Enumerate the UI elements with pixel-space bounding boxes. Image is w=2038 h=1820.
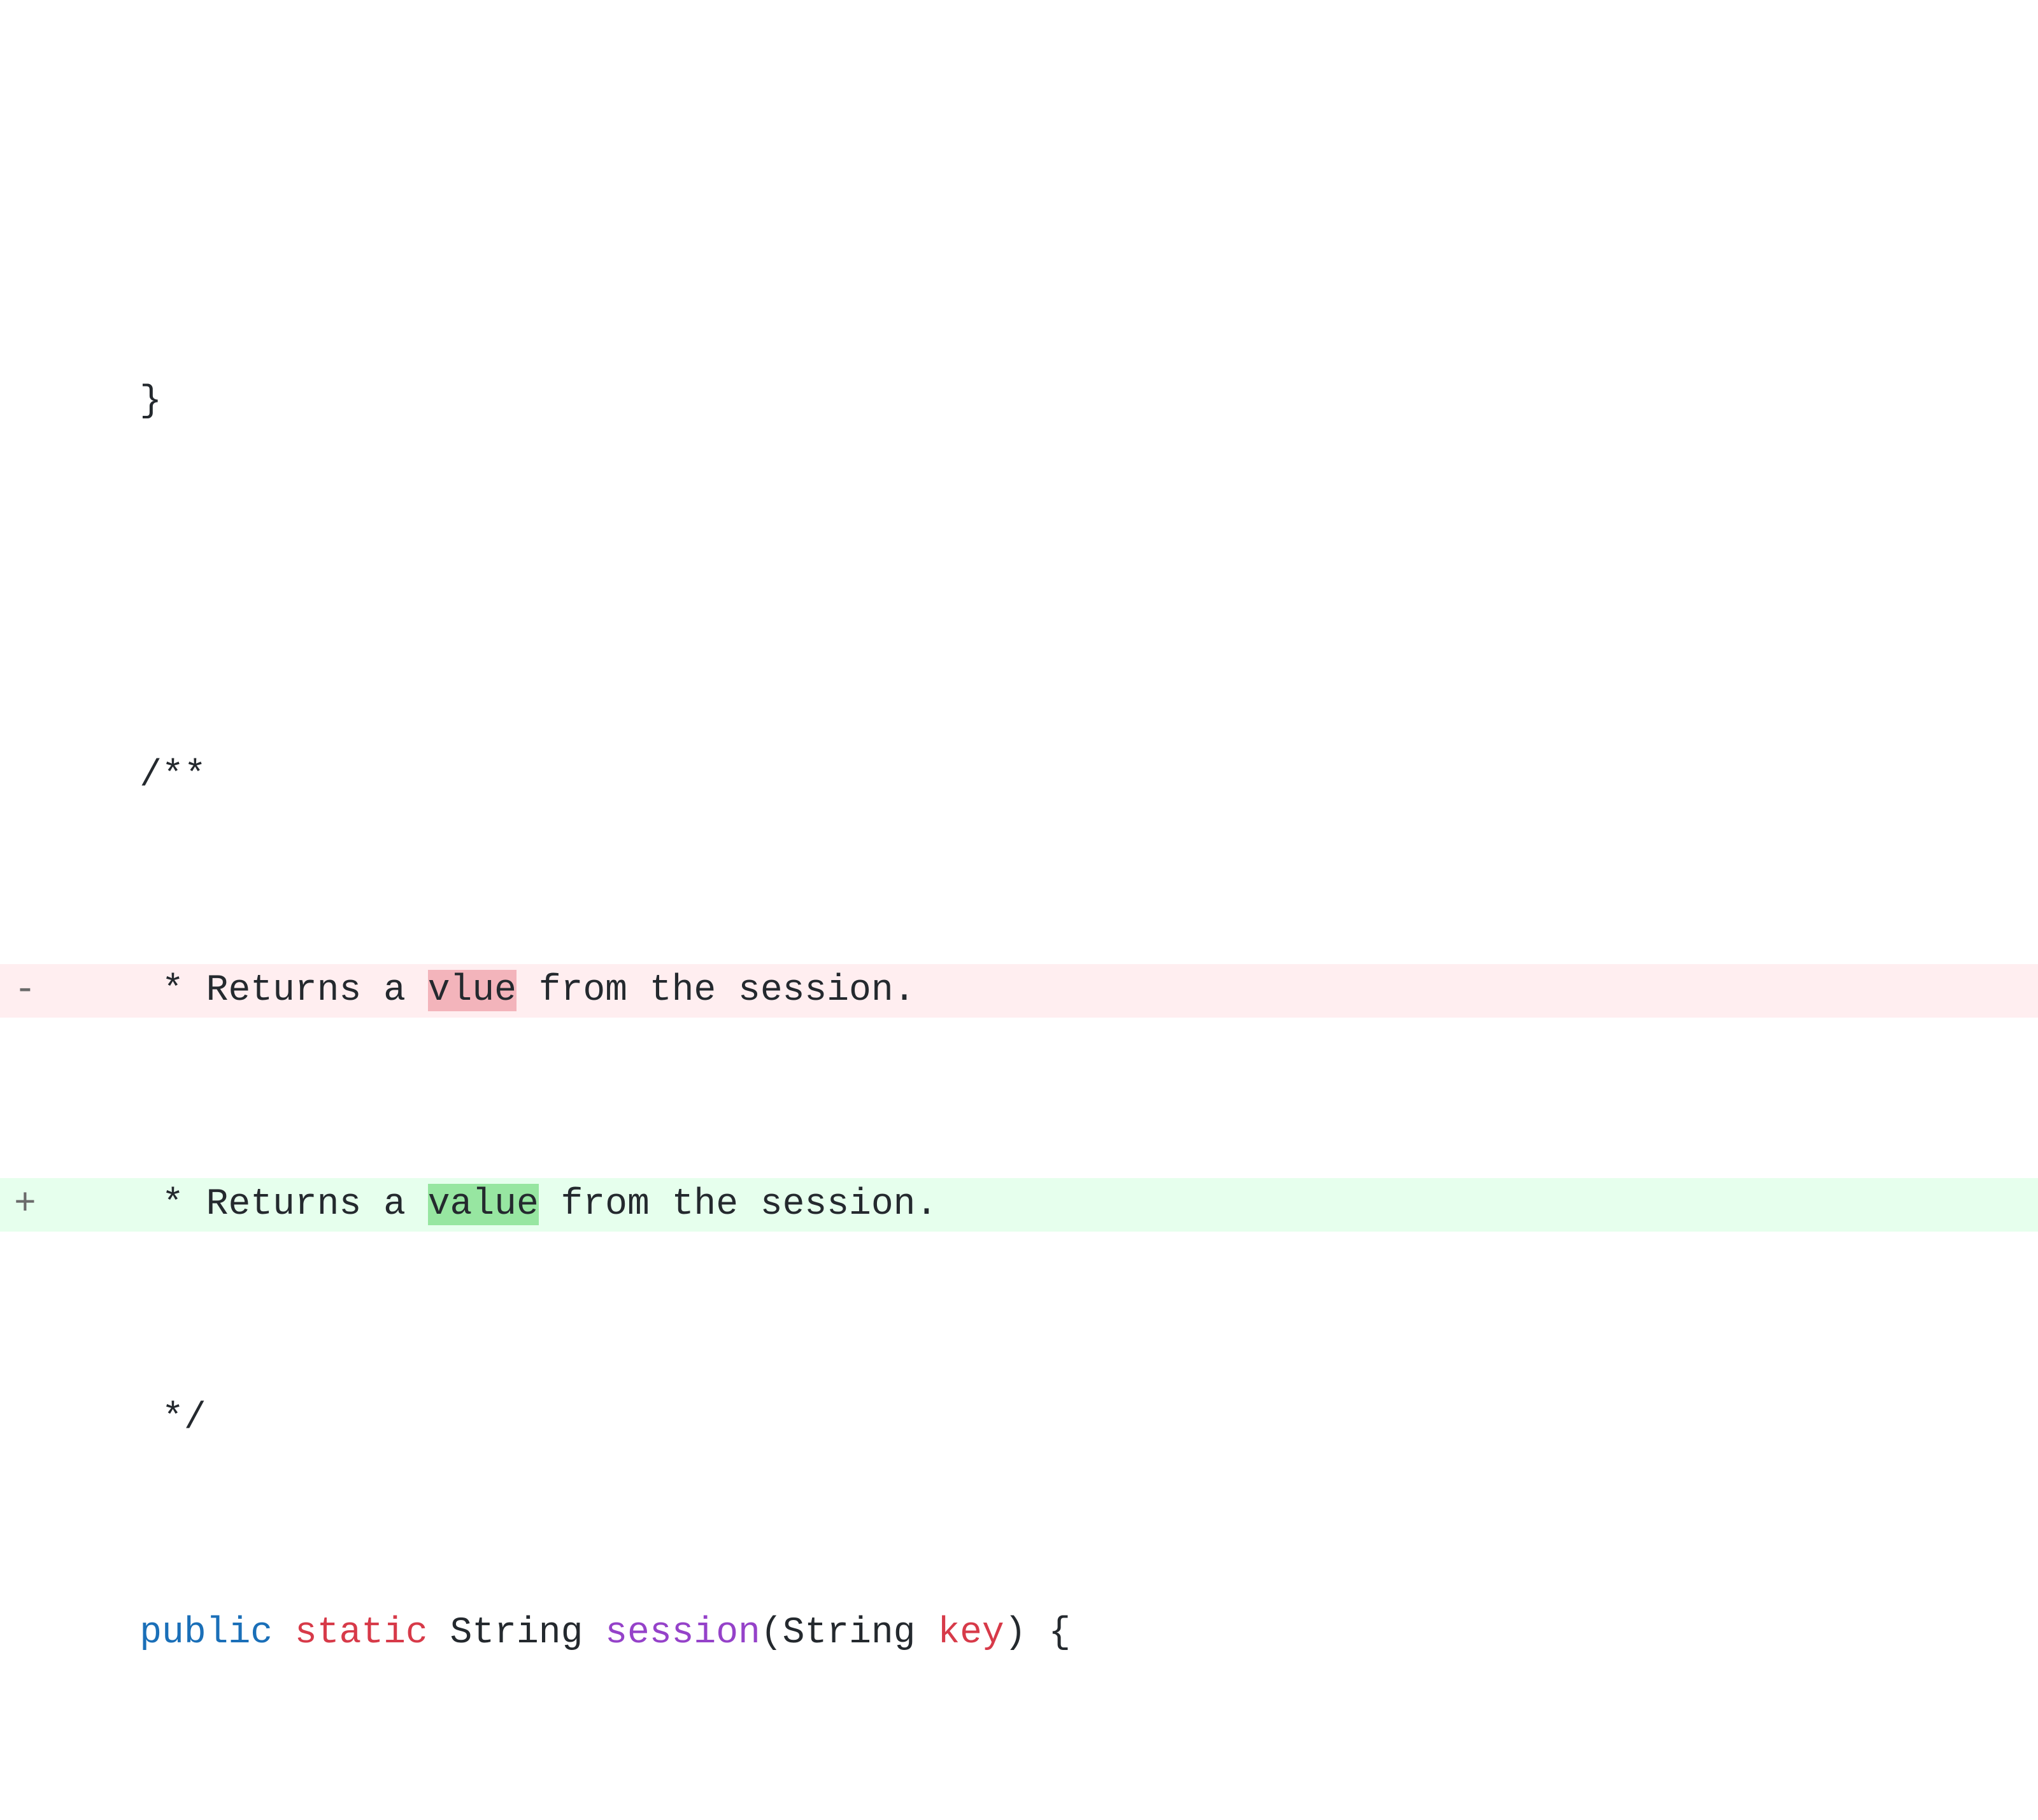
diff-line-deletion: - * Returns a vlue from the session.	[0, 964, 2038, 1018]
diff-line-context: }	[0, 375, 2038, 429]
diff-line-addition: + * Returns a value from the session.	[0, 1178, 2038, 1232]
diff-line-context: /**	[0, 750, 2038, 803]
param-name: key	[937, 1612, 1004, 1654]
word-highlight-added: value	[428, 1184, 539, 1225]
addition-marker: +	[0, 1178, 51, 1232]
word-highlight-deleted: vlue	[428, 970, 517, 1011]
line-content: public static String session(String key)…	[51, 1607, 2038, 1660]
diff-line-context: public static String session(String key)…	[0, 1607, 2038, 1660]
line-content: /**	[51, 750, 2038, 803]
param-type: String	[783, 1612, 916, 1654]
line-marker	[0, 1392, 51, 1446]
function-name: session	[605, 1612, 760, 1654]
line-marker	[0, 1607, 51, 1660]
deletion-marker: -	[0, 964, 51, 1018]
diff-container: } /** - * Returns a vlue from the sessio…	[0, 214, 2038, 1820]
line-content: }	[51, 375, 2038, 429]
line-content: * Returns a vlue from the session.	[51, 964, 2038, 1018]
keyword-public: public	[139, 1612, 273, 1654]
type-string: String	[450, 1612, 583, 1654]
keyword-static: static	[295, 1612, 428, 1654]
line-content: */	[51, 1392, 2038, 1446]
line-marker	[0, 375, 51, 429]
line-marker	[0, 750, 51, 803]
line-content: * Returns a value from the session.	[51, 1178, 2038, 1232]
diff-line-context: */	[0, 1392, 2038, 1446]
